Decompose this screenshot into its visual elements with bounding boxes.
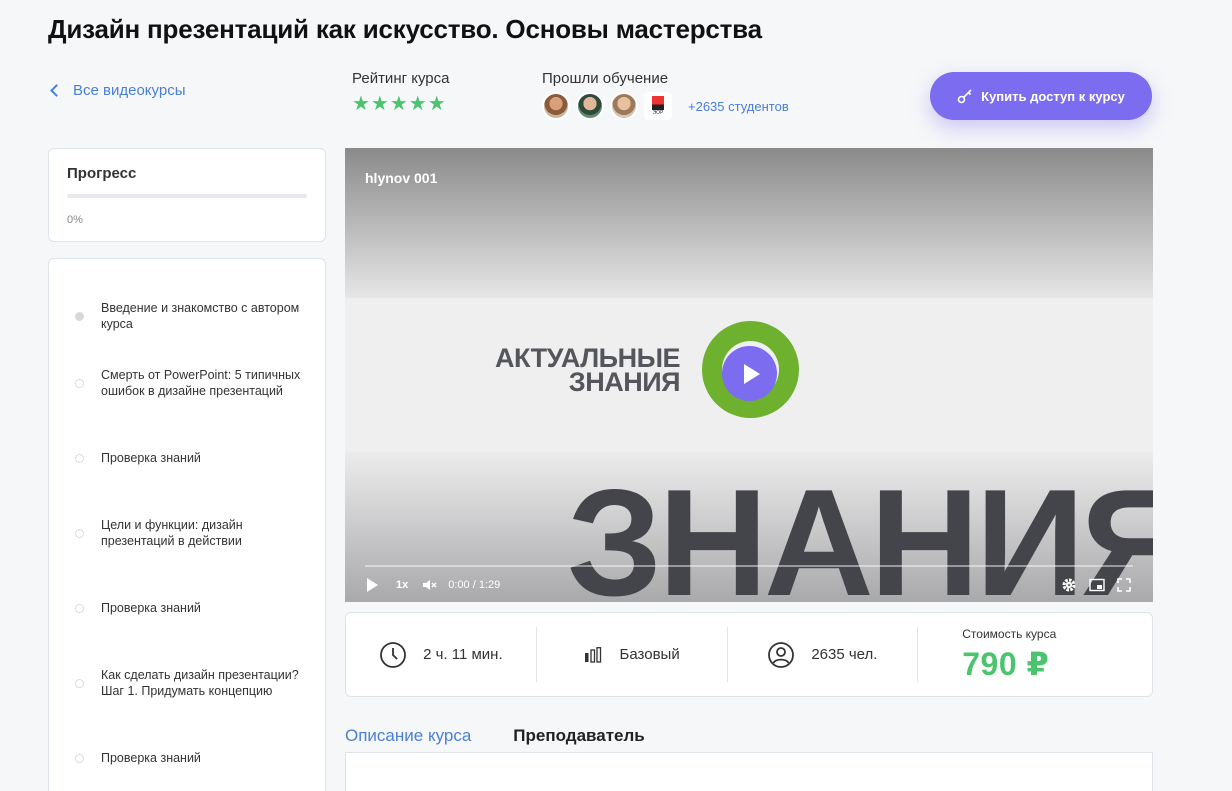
video-controls: 1x 0:00 / 1:29 — [367, 576, 1131, 594]
stat-people: 2635 чел. — [728, 627, 919, 682]
lesson-status-icon — [75, 378, 84, 388]
lesson-item[interactable]: Как сделать дизайн презентации? Шаг 1. П… — [49, 658, 325, 708]
students-block: Прошли обучение ЭОР +2635 студентов — [542, 70, 789, 120]
video-player[interactable]: hlynov 001 АКТУАЛЬНЫЕ ЗНАНИЯ ЗНАНИЯ 1x 0… — [345, 148, 1153, 602]
students-label: Прошли обучение — [542, 70, 669, 87]
lesson-title: Проверка знаний — [101, 751, 201, 765]
gear-icon — [1062, 578, 1076, 592]
avatar — [610, 92, 638, 120]
avatar-logo: ЭОР — [644, 92, 672, 120]
tab-description[interactable]: Описание курса — [345, 726, 472, 754]
duration-value: 2 ч. 11 мин. — [423, 646, 503, 663]
lesson-title: Как сделать дизайн презентации? Шаг 1. П… — [101, 668, 299, 698]
video-brand-logo: АКТУАЛЬНЫЕ ЗНАНИЯ — [495, 345, 681, 397]
lesson-status-icon — [75, 528, 84, 538]
settings-button[interactable] — [1061, 577, 1077, 593]
picture-in-picture-icon — [1089, 578, 1105, 592]
lesson-status-icon — [75, 603, 84, 613]
rating-label: Рейтинг курса — [352, 70, 450, 87]
rating-stars: ★★★★★ — [352, 93, 447, 115]
avatar — [576, 92, 604, 120]
back-link-label: Все видеокурсы — [73, 82, 186, 99]
lesson-title: Цели и функции: дизайн презентаций в дей… — [101, 518, 243, 548]
video-time: 0:00 / 1:29 — [448, 579, 501, 591]
mute-button[interactable] — [422, 578, 438, 592]
price-value: 790 ₽ — [962, 645, 1050, 682]
lesson-item[interactable]: Введение и знакомство с автором курса — [49, 299, 325, 333]
fullscreen-icon — [1117, 578, 1131, 592]
tab-teacher[interactable]: Преподаватель — [513, 726, 644, 754]
back-to-courses-link[interactable]: Все видеокурсы — [48, 82, 186, 99]
lesson-status-icon — [75, 678, 84, 688]
lesson-title: Проверка знаний — [101, 601, 201, 615]
level-value: Базовый — [619, 646, 680, 663]
pip-button[interactable] — [1089, 578, 1105, 592]
lesson-status-icon — [75, 453, 84, 463]
price-label: Стоимость курса — [962, 626, 1057, 641]
course-stats: 2 ч. 11 мин. Базовый 2635 чел. Стоимость… — [345, 612, 1153, 697]
user-icon — [768, 641, 795, 668]
people-value: 2635 чел. — [811, 646, 878, 663]
lesson-title: Введение и знакомство с автором курса — [101, 301, 300, 331]
lesson-item[interactable]: Проверка знаний — [49, 449, 325, 467]
stat-level: Базовый — [537, 627, 728, 682]
lesson-title: Проверка знаний — [101, 451, 201, 465]
stat-price: Стоимость курса 790 ₽ — [918, 627, 1152, 682]
lesson-item[interactable]: Цели и функции: дизайн презентаций в дей… — [49, 516, 325, 550]
page-title: Дизайн презентаций как искусство. Основы… — [48, 14, 762, 44]
progress-bar — [67, 194, 307, 198]
video-title: hlynov 001 — [365, 170, 438, 186]
lesson-status-icon — [75, 311, 84, 321]
lesson-item[interactable]: Смерть от PowerPoint: 5 типичных ошибок … — [49, 358, 325, 408]
progress-percent: 0% — [67, 214, 83, 226]
play-button[interactable] — [722, 346, 777, 401]
brand-line: ЗНАНИЯ — [568, 367, 681, 397]
play-icon — [367, 578, 378, 592]
avatar-logo-text: ЭОР — [652, 110, 664, 116]
play-small-button[interactable] — [367, 578, 378, 592]
volume-muted-icon — [423, 580, 437, 590]
lesson-list: Введение и знакомство с автором курса См… — [48, 258, 326, 791]
course-rating: Рейтинг курса ★★★★★ — [352, 70, 450, 116]
avatar — [542, 92, 570, 120]
lesson-status-icon — [75, 753, 84, 763]
progress-card: Прогресс 0% — [48, 148, 326, 242]
stat-duration: 2 ч. 11 мин. — [346, 627, 537, 682]
level-bars-icon — [584, 646, 601, 663]
chevron-left-icon — [50, 84, 63, 97]
speed-button[interactable]: 1x — [396, 579, 408, 591]
course-tabs: Описание курса Преподаватель — [345, 726, 645, 754]
buy-button-label: Купить доступ к курсу — [981, 88, 1125, 104]
lesson-item[interactable]: Проверка знаний — [49, 749, 325, 767]
progress-title: Прогресс — [67, 165, 137, 182]
play-icon — [743, 363, 760, 384]
lesson-title: Смерть от PowerPoint: 5 типичных ошибок … — [101, 368, 301, 398]
clock-icon — [380, 641, 406, 668]
lesson-item[interactable]: Проверка знаний — [49, 599, 325, 617]
video-timeline[interactable] — [365, 565, 1133, 567]
tab-panel — [345, 752, 1153, 791]
students-count-link[interactable]: +2635 студентов — [688, 99, 789, 114]
fullscreen-button[interactable] — [1117, 578, 1131, 592]
buy-access-button[interactable]: Купить доступ к курсу — [930, 72, 1152, 120]
key-icon — [957, 89, 972, 104]
